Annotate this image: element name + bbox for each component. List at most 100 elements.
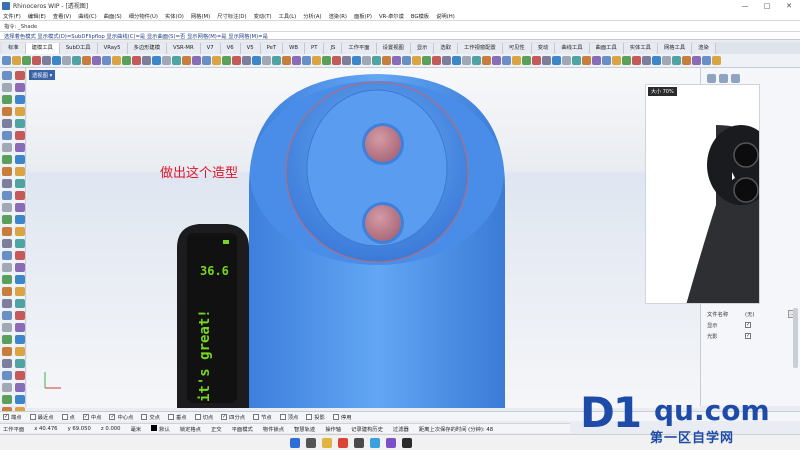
toolbar-tab[interactable]: 显示: [410, 43, 435, 54]
toolbar-tool-icon[interactable]: [612, 56, 621, 65]
modeling-tool-icon[interactable]: [15, 155, 25, 164]
modeling-tool-icon[interactable]: [15, 335, 25, 344]
toolbar-tab[interactable]: SubD工具: [59, 43, 98, 54]
toolbar-tool-icon[interactable]: [252, 56, 261, 65]
history-toggle[interactable]: 记录建构历史: [351, 425, 383, 433]
toolbar-tool-icon[interactable]: [592, 56, 601, 65]
toolbar-tab[interactable]: 可见性: [502, 43, 532, 54]
app-icon[interactable]: [370, 438, 380, 448]
osnap-checkbox[interactable]: [279, 413, 286, 420]
toolbar-tool-icon[interactable]: [332, 56, 341, 65]
show-checkbox[interactable]: ✓: [745, 321, 751, 328]
toolbar-tab[interactable]: 多边形建模: [127, 43, 168, 54]
layer-selector[interactable]: 默认: [151, 424, 170, 433]
osnap-checkbox[interactable]: ✓: [82, 413, 89, 420]
osnap-option[interactable]: 顶点: [279, 413, 298, 421]
modeling-tool-icon[interactable]: [15, 167, 25, 176]
osnap-checkbox[interactable]: [29, 413, 36, 420]
panel-scrollbar[interactable]: [793, 308, 798, 368]
toolbar-tool-icon[interactable]: [512, 56, 521, 65]
toolbar-tool-icon[interactable]: [142, 56, 151, 65]
toolbar-tool-icon[interactable]: [632, 56, 641, 65]
command-prompt[interactable]: 选择着色模式 显示模式(D)=SubDFlipflop 显示曲线(C)=是 显示…: [0, 31, 800, 40]
modeling-tool-icon[interactable]: [2, 95, 12, 104]
osnap-checkbox[interactable]: ✓: [221, 413, 228, 420]
menu-help[interactable]: 说明(H): [436, 12, 455, 20]
modeling-tool-icon[interactable]: [15, 275, 25, 284]
toolbar-tool-icon[interactable]: [262, 56, 271, 65]
modeling-tool-icon[interactable]: [15, 383, 25, 392]
toolbar-tool-icon[interactable]: [342, 56, 351, 65]
modeling-tool-icon[interactable]: [2, 323, 12, 332]
menu-panels[interactable]: 面板(P): [354, 12, 372, 20]
osnap-checkbox[interactable]: [306, 413, 313, 420]
toolbar-tool-icon[interactable]: [452, 56, 461, 65]
toolbar-tool-icon[interactable]: [392, 56, 401, 65]
modeling-tool-icon[interactable]: [2, 179, 12, 188]
toolbar-tool-icon[interactable]: [652, 56, 661, 65]
toolbar-tool-icon[interactable]: [372, 56, 381, 65]
modeling-tool-icon[interactable]: [15, 239, 25, 248]
modeling-tool-icon[interactable]: [15, 359, 25, 368]
modeling-tool-icon[interactable]: [2, 107, 12, 116]
toolbar-tab[interactable]: 渲染: [692, 43, 716, 54]
toolbar-tool-icon[interactable]: [472, 56, 481, 65]
modeling-tool-icon[interactable]: [2, 287, 12, 296]
menu-analyze[interactable]: 分析(A): [303, 12, 321, 20]
ortho-toggle[interactable]: 正交: [211, 425, 222, 433]
toolbar-tab[interactable]: 实体工具: [623, 43, 658, 54]
modeling-tool-icon[interactable]: [2, 143, 12, 152]
toolbar-tool-icon[interactable]: [72, 56, 81, 65]
layers-icon[interactable]: [719, 74, 728, 83]
osnap-checkbox[interactable]: [61, 413, 68, 420]
windows-start-icon[interactable]: [290, 438, 300, 448]
menu-solid[interactable]: 实体(O): [165, 12, 184, 20]
modeling-tool-icon[interactable]: [2, 251, 12, 260]
toolbar-tool-icon[interactable]: [432, 56, 441, 65]
object-properties-icon[interactable]: [707, 74, 716, 83]
osnap-checkbox[interactable]: [194, 413, 201, 420]
modeling-tool-icon[interactable]: [2, 131, 12, 140]
smarttrack-toggle[interactable]: 智慧轨迹: [294, 425, 315, 433]
toolbar-tool-icon[interactable]: [132, 56, 141, 65]
toolbar-tool-icon[interactable]: [122, 56, 131, 65]
modeling-tool-icon[interactable]: [15, 347, 25, 356]
menu-file[interactable]: 文件(F): [3, 12, 21, 20]
osnap-option[interactable]: 节点: [253, 413, 272, 421]
modeling-tool-icon[interactable]: [15, 179, 25, 188]
toolbar-tool-icon[interactable]: [112, 56, 121, 65]
modeling-tool-icon[interactable]: [2, 311, 12, 320]
toolbar-tool-icon[interactable]: [292, 56, 301, 65]
toolbar-tool-icon[interactable]: [382, 56, 391, 65]
toolbar-tool-icon[interactable]: [442, 56, 451, 65]
toolbar-tool-icon[interactable]: [412, 56, 421, 65]
maximize-button[interactable]: □: [756, 2, 778, 10]
modeling-tool-icon[interactable]: [2, 227, 12, 236]
modeling-tool-icon[interactable]: [15, 191, 25, 200]
toolbar-tool-icon[interactable]: [82, 56, 91, 65]
toolbar-tool-icon[interactable]: [572, 56, 581, 65]
osnap-checkbox[interactable]: [332, 413, 339, 420]
toolbar-tool-icon[interactable]: [692, 56, 701, 65]
menu-vr[interactable]: VR-卓尔谟: [379, 12, 404, 20]
toolbar-tab[interactable]: 工作平面: [342, 43, 377, 54]
toolbar-tool-icon[interactable]: [52, 56, 61, 65]
planar-toggle[interactable]: 平面模式: [232, 425, 253, 433]
cplane-label[interactable]: 工作平面: [3, 425, 24, 433]
modeling-tool-icon[interactable]: [15, 203, 25, 212]
toolbar-tool-icon[interactable]: [662, 56, 671, 65]
modeling-tool-icon[interactable]: [2, 83, 12, 92]
modeling-tool-icon[interactable]: [2, 239, 12, 248]
toolbar-tool-icon[interactable]: [152, 56, 161, 65]
viewport-title[interactable]: 透视图 ▾: [29, 70, 56, 80]
modeling-tool-icon[interactable]: [2, 263, 12, 272]
toolbar-tool-icon[interactable]: [562, 56, 571, 65]
modeling-tool-icon[interactable]: [2, 299, 12, 308]
toolbar-tool-icon[interactable]: [62, 56, 71, 65]
toolbar-tool-icon[interactable]: [702, 56, 711, 65]
modeling-tool-icon[interactable]: [2, 119, 12, 128]
toolbar-tool-icon[interactable]: [622, 56, 631, 65]
modeling-tool-icon[interactable]: [15, 83, 25, 92]
toolbar-tool-icon[interactable]: [542, 56, 551, 65]
menu-view[interactable]: 查看(V): [53, 12, 71, 20]
